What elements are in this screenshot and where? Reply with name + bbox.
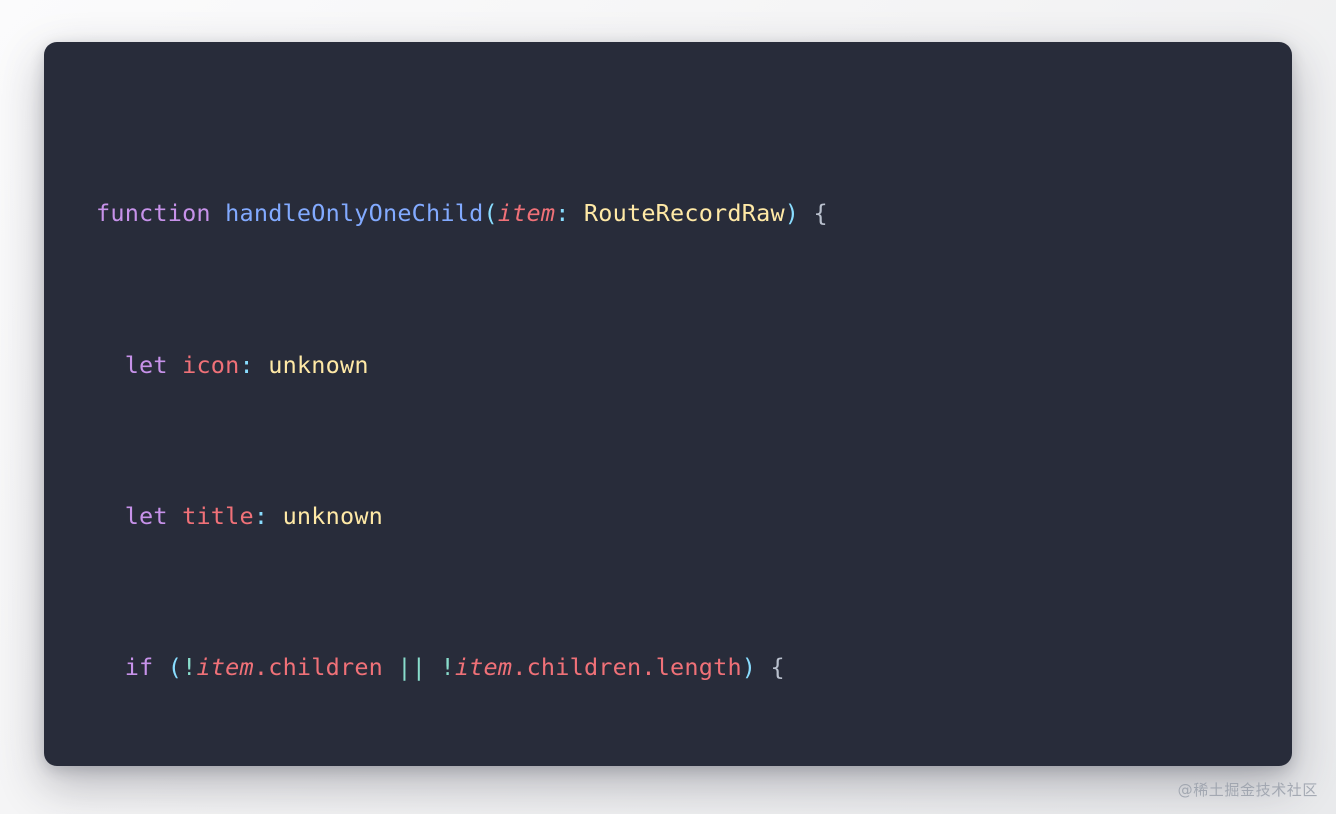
code-card: function handleOnlyOneChild(item: RouteR… <box>44 42 1292 766</box>
token-type: unknown <box>282 501 384 530</box>
token-type: unknown <box>268 350 369 379</box>
token-operator: ! <box>440 652 455 681</box>
token-identifier: title <box>182 501 254 530</box>
token-parameter: item <box>196 652 254 681</box>
token-type: RouteRecordRaw <box>583 199 785 228</box>
token-brace: { <box>770 652 785 681</box>
token-identifier: icon <box>182 350 240 379</box>
token-property: .children.length <box>512 652 742 681</box>
screenshot-stage: function handleOnlyOneChild(item: RouteR… <box>0 0 1336 814</box>
token-keyword: let <box>124 350 168 379</box>
code-block[interactable]: function handleOnlyOneChild(item: RouteR… <box>96 82 1282 766</box>
watermark: @稀土掘金技术社区 <box>1177 781 1318 799</box>
token-paren: ) <box>784 199 800 228</box>
token-brace: { <box>813 199 828 228</box>
code-line: if (!item.children || !item.children.len… <box>96 649 1282 687</box>
token-colon: : <box>239 350 254 379</box>
code-line: let title: unknown <box>96 498 1282 536</box>
token-property: .children <box>253 652 384 681</box>
token-paren: ) <box>741 652 757 681</box>
token-parameter: item <box>454 652 513 681</box>
token-function-name: handleOnlyOneChild <box>225 199 484 228</box>
code-line: function handleOnlyOneChild(item: RouteR… <box>96 195 1282 233</box>
token-keyword: if <box>124 652 154 681</box>
token-colon: : <box>253 501 269 530</box>
token-keyword: let <box>124 501 168 530</box>
token-parameter: item <box>497 199 556 228</box>
token-operator: || <box>397 652 427 681</box>
token-operator: ! <box>182 652 197 681</box>
token-paren: ( <box>167 652 183 681</box>
token-paren: ( <box>483 199 498 228</box>
token-colon: : <box>555 199 570 228</box>
token-keyword: function <box>96 199 211 228</box>
code-line: let icon: unknown <box>96 347 1282 385</box>
